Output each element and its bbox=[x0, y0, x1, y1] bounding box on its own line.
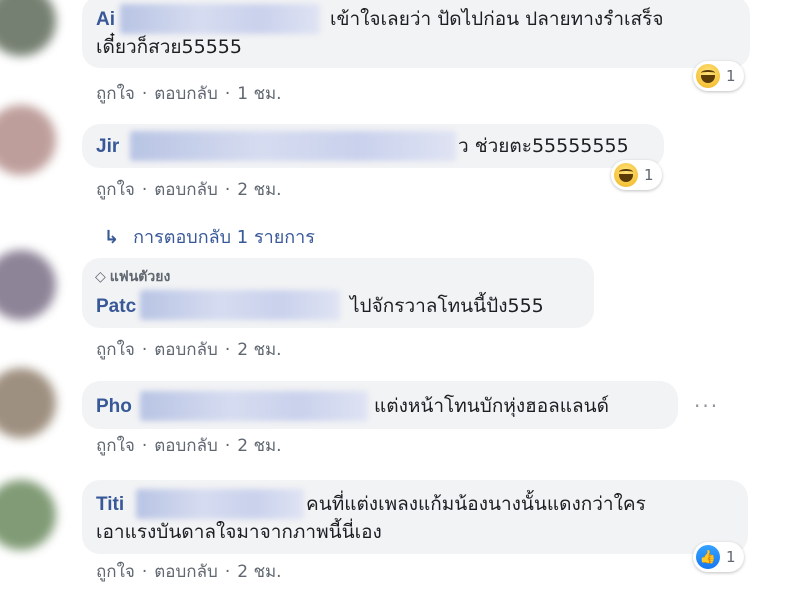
avatar[interactable] bbox=[0, 0, 56, 56]
badge-label: แฟนตัวยง bbox=[109, 269, 171, 285]
timestamp[interactable]: 2 ชม. bbox=[237, 432, 281, 459]
comment-actions: ถูกใจ · ตอบกลับ · 2 ชม. bbox=[96, 558, 282, 585]
comment-actions: ถูกใจ · ตอบกลับ · 2 ชม. bbox=[96, 432, 282, 459]
like-link[interactable]: ถูกใจ bbox=[96, 336, 135, 363]
view-replies-label: การตอบกลับ 1 รายการ bbox=[133, 227, 315, 248]
comment-actions: ถูกใจ · ตอบกลับ · 2 ชม. bbox=[96, 336, 282, 363]
timestamp[interactable]: 2 ชม. bbox=[237, 558, 281, 585]
reaction-summary[interactable]: 👍 1 bbox=[693, 542, 744, 572]
reaction-count: 1 bbox=[726, 548, 736, 566]
comment-actions: ถูกใจ · ตอบกลับ · 2 ชม. bbox=[96, 176, 282, 203]
timestamp[interactable]: 2 ชม. bbox=[237, 176, 281, 203]
top-fan-badge: ◇ แฟนตัวยง bbox=[95, 266, 170, 288]
commenter-name[interactable]: Ai bbox=[96, 9, 115, 30]
reply-arrow-icon: ↳ bbox=[104, 227, 120, 248]
like-link[interactable]: ถูกใจ bbox=[96, 176, 135, 203]
commenter-name[interactable]: Patc bbox=[96, 296, 136, 317]
redacted-name bbox=[140, 391, 368, 421]
haha-reaction-icon bbox=[696, 64, 720, 88]
avatar[interactable] bbox=[0, 368, 56, 438]
comment-actions: ถูกใจ · ตอบกลับ · 1 ชม. bbox=[96, 80, 282, 107]
haha-reaction-icon bbox=[614, 163, 638, 187]
avatar[interactable] bbox=[0, 250, 56, 320]
reply-link[interactable]: ตอบกลับ bbox=[154, 558, 218, 585]
like-link[interactable]: ถูกใจ bbox=[96, 80, 135, 107]
comment-text: เอาแรงบันดาลใจมาจากภาพนี้นี่เอง bbox=[96, 521, 382, 543]
like-reaction-icon: 👍 bbox=[696, 545, 720, 569]
redacted-name bbox=[120, 4, 320, 34]
commenter-name[interactable]: Jir bbox=[96, 136, 119, 157]
redacted-name bbox=[140, 290, 340, 320]
avatar[interactable] bbox=[0, 105, 56, 175]
reply-link[interactable]: ตอบกลับ bbox=[154, 80, 218, 107]
commenter-name[interactable]: Titi bbox=[96, 494, 124, 515]
comment-text: ว ช่วยตะ55555555 bbox=[458, 135, 629, 157]
comment-name-row: Ai bbox=[96, 6, 115, 33]
comment-text: เดี๋ยวก็สวย55555 bbox=[96, 36, 242, 58]
comment-text: เข้าใจเลยว่า ปัดไปก่อน ปลายทางรำเสร็จ bbox=[330, 8, 664, 30]
reaction-count: 1 bbox=[644, 166, 654, 184]
redacted-name bbox=[130, 131, 456, 161]
reply-link[interactable]: ตอบกลับ bbox=[154, 176, 218, 203]
reaction-summary[interactable]: 1 bbox=[611, 160, 662, 190]
comment-text: ไปจักรวาลโทนนี้ปัง555 bbox=[350, 295, 544, 317]
commenter-name[interactable]: Pho bbox=[96, 396, 132, 417]
timestamp[interactable]: 2 ชม. bbox=[237, 336, 281, 363]
comment-name-row: Titi bbox=[96, 491, 124, 518]
comment-text: คนที่แต่งเพลงแก้มน้องนางนั้นแดงกว่าใคร bbox=[306, 493, 646, 515]
comment-text: แต่งหน้าโทนบักหุ่งฮอลแลนด์ bbox=[374, 395, 609, 417]
view-replies-link[interactable]: ↳ การตอบกลับ 1 รายการ bbox=[104, 222, 315, 251]
redacted-name bbox=[136, 489, 304, 519]
timestamp[interactable]: 1 ชม. bbox=[237, 80, 281, 107]
comment-name-row: Jir bbox=[96, 133, 119, 160]
comment-name-row: Patc bbox=[96, 293, 136, 320]
like-link[interactable]: ถูกใจ bbox=[96, 432, 135, 459]
comment-name-row: Pho bbox=[96, 393, 132, 420]
reaction-count: 1 bbox=[726, 67, 736, 85]
like-link[interactable]: ถูกใจ bbox=[96, 558, 135, 585]
avatar[interactable] bbox=[0, 480, 56, 550]
reaction-summary[interactable]: 1 bbox=[693, 61, 744, 91]
diamond-icon: ◇ bbox=[95, 269, 106, 285]
reply-link[interactable]: ตอบกลับ bbox=[154, 336, 218, 363]
reply-link[interactable]: ตอบกลับ bbox=[154, 432, 218, 459]
more-options-icon[interactable]: ··· bbox=[694, 394, 719, 418]
